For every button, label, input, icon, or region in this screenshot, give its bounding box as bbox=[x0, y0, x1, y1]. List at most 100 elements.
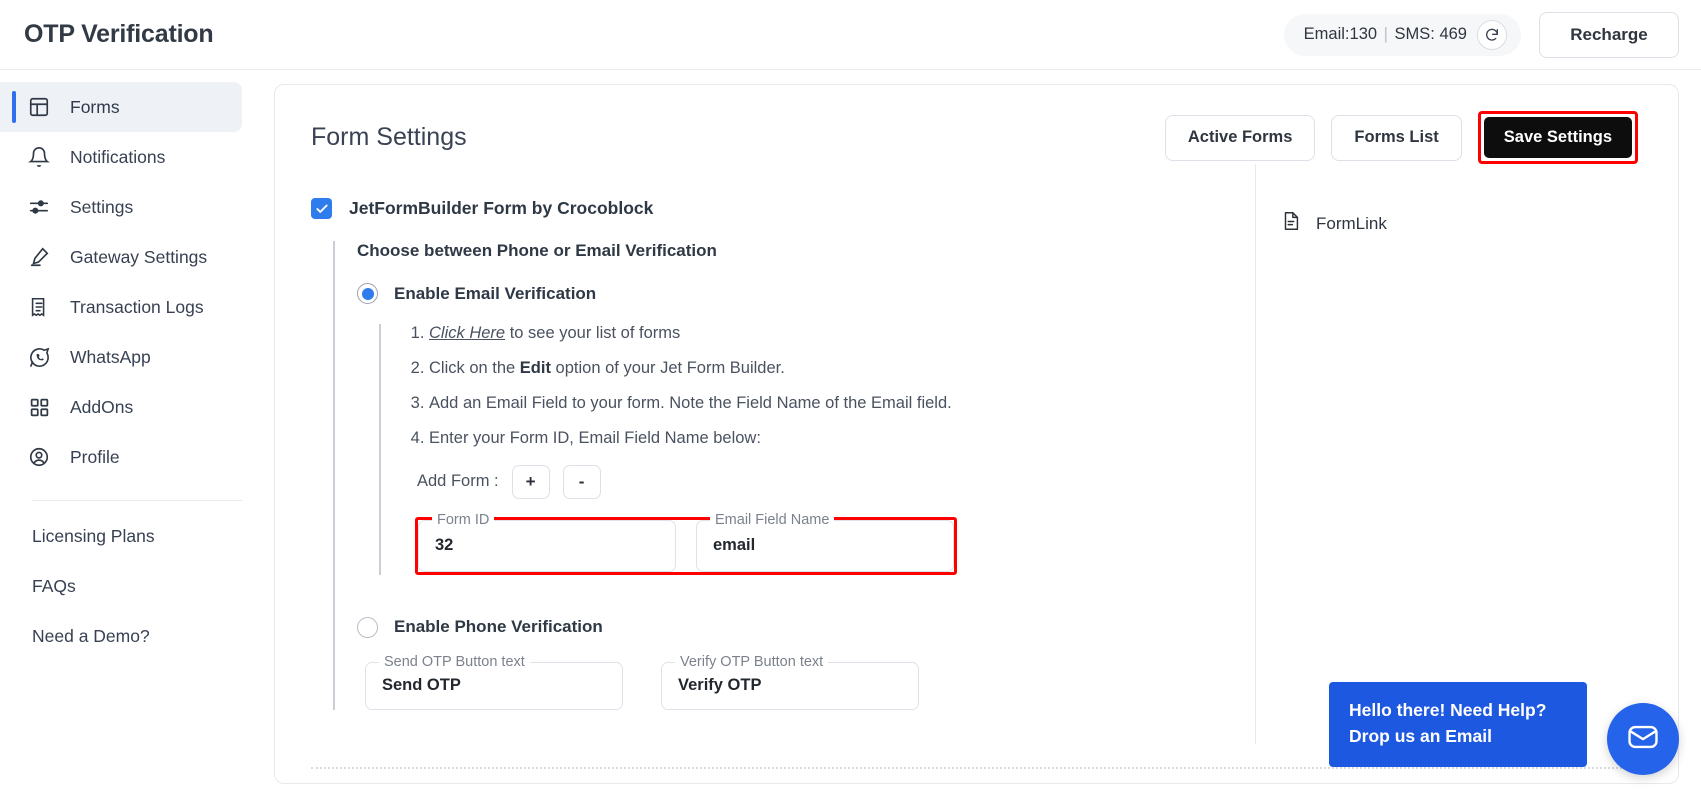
forms-list-button[interactable]: Forms List bbox=[1331, 114, 1462, 161]
save-settings-highlight: Save Settings bbox=[1477, 111, 1638, 164]
receipt-icon bbox=[26, 294, 52, 320]
save-settings-button[interactable]: Save Settings bbox=[1483, 117, 1632, 158]
otp-button-text-fields: Send OTP Button text Send OTP Verify OTP… bbox=[365, 653, 1241, 710]
section-heading: Choose between Phone or Email Verificati… bbox=[357, 241, 717, 260]
add-form-minus-button[interactable]: - bbox=[562, 464, 601, 499]
form-id-legend: Form ID bbox=[432, 511, 495, 528]
sidebar-label-notifications: Notifications bbox=[70, 146, 166, 167]
form-settings-card: Form Settings Active Forms Forms List Sa… bbox=[274, 84, 1679, 784]
chat-greeting-line-2: Drop us an Email bbox=[1349, 725, 1492, 746]
top-bar-actions: Email:130 | SMS: 469 Recharge bbox=[1283, 11, 1679, 58]
page-title: Form Settings bbox=[311, 123, 467, 151]
refresh-icon[interactable] bbox=[1477, 19, 1507, 50]
form-link-row[interactable]: FormLink bbox=[1280, 210, 1675, 237]
form-id-field[interactable]: Form ID 32 bbox=[418, 511, 676, 572]
step-2-bold: Edit bbox=[519, 359, 551, 378]
whatsapp-icon bbox=[26, 344, 52, 370]
sidebar-label-licensing-plans: Licensing Plans bbox=[32, 525, 155, 546]
email-verification-radio[interactable] bbox=[357, 283, 378, 304]
sidebar-label-gateway: Gateway Settings bbox=[70, 246, 208, 267]
sidebar-label-addons: AddOns bbox=[70, 396, 134, 417]
send-otp-legend: Send OTP Button text bbox=[379, 653, 530, 670]
sliders-icon bbox=[26, 194, 52, 220]
email-fields-highlight: Form ID 32 Email Field Name email bbox=[415, 511, 957, 575]
jetformbuilder-label: JetFormBuilder Form by Crocoblock bbox=[349, 198, 654, 218]
sidebar-divider bbox=[32, 500, 242, 501]
active-forms-button[interactable]: Active Forms bbox=[1164, 114, 1316, 161]
verify-otp-value: Verify OTP bbox=[678, 676, 762, 695]
add-form-plus-button[interactable]: + bbox=[511, 464, 550, 499]
app-title: OTP Verification bbox=[24, 20, 214, 48]
sidebar-item-addons[interactable]: AddOns bbox=[0, 382, 242, 432]
card-bottom-dotted-divider bbox=[311, 767, 1642, 769]
add-form-label: Add Form : bbox=[417, 472, 499, 491]
step-3: Add an Email Field to your form. Note th… bbox=[429, 394, 1241, 412]
credits-pill: Email:130 | SMS: 469 bbox=[1283, 13, 1521, 56]
enable-phone-verification-row[interactable]: Enable Phone Verification bbox=[357, 616, 1241, 638]
sidebar-label-forms: Forms bbox=[70, 96, 120, 117]
sidebar-label-whatsapp: WhatsApp bbox=[70, 346, 151, 367]
step-1: Click Here to see your list of forms bbox=[429, 324, 1241, 342]
send-otp-button-text-field[interactable]: Send OTP Button text Send OTP bbox=[365, 653, 623, 710]
chat-envelope-icon bbox=[1626, 720, 1660, 759]
sidebar-label-gateway-settings: Settings bbox=[70, 196, 134, 217]
chat-launcher-button[interactable] bbox=[1607, 703, 1679, 775]
sidebar-item-settings[interactable]: Settings bbox=[0, 182, 242, 232]
document-icon bbox=[1280, 210, 1302, 237]
click-here-link[interactable]: Click Here bbox=[429, 324, 505, 342]
enable-email-verification-row[interactable]: Enable Email Verification bbox=[357, 283, 1241, 304]
email-field-name-legend: Email Field Name bbox=[710, 511, 835, 528]
app-root: OTP Verification Email:130 | SMS: 469 Re… bbox=[0, 0, 1701, 801]
chat-greeting-bubble[interactable]: Hello there! Need Help? Drop us an Email bbox=[1329, 682, 1587, 767]
verify-otp-button-text-field[interactable]: Verify OTP Button text Verify OTP bbox=[661, 653, 919, 710]
verification-block: Choose between Phone or Email Verificati… bbox=[333, 241, 1241, 710]
email-field-name-value: email bbox=[713, 536, 756, 555]
sidebar-item-whatsapp[interactable]: WhatsApp bbox=[0, 332, 242, 382]
top-bar: OTP Verification Email:130 | SMS: 469 Re… bbox=[0, 0, 1701, 70]
sidebar-label-transaction-logs: Transaction Logs bbox=[70, 296, 204, 317]
step-2-pre: Click on the bbox=[429, 359, 520, 378]
sms-credits: SMS: 469 bbox=[1394, 25, 1467, 43]
sidebar-label-need-a-demo: Need a Demo? bbox=[32, 625, 150, 646]
settings-column: JetFormBuilder Form by Crocoblock Choose… bbox=[311, 164, 1241, 744]
sidebar-item-forms[interactable]: Forms bbox=[0, 82, 242, 132]
email-verification-label: Enable Email Verification bbox=[394, 283, 597, 303]
chat-greeting-line-1: Hello there! Need Help? bbox=[1349, 700, 1547, 721]
grid-squares-icon bbox=[26, 394, 52, 420]
email-credits: Email:130 bbox=[1303, 25, 1378, 43]
send-otp-value: Send OTP bbox=[382, 676, 461, 695]
sidebar-label-profile: Profile bbox=[70, 446, 120, 467]
step-2: Click on the Edit option of your Jet For… bbox=[429, 359, 1241, 377]
pen-icon bbox=[26, 244, 52, 270]
sidebar-item-profile[interactable]: Profile bbox=[0, 432, 242, 482]
add-form-row: Add Form : + - bbox=[417, 464, 1241, 499]
credits-text: Email:130 | SMS: 469 bbox=[1304, 25, 1467, 44]
email-field-name-field[interactable]: Email Field Name email bbox=[696, 511, 954, 572]
sidebar-item-faqs[interactable]: FAQs bbox=[0, 561, 264, 611]
form-id-value: 32 bbox=[435, 536, 454, 555]
jetformbuilder-checkbox-row[interactable]: JetFormBuilder Form by Crocoblock bbox=[311, 198, 1241, 219]
sidebar-item-gateway-settings[interactable]: Gateway Settings bbox=[0, 232, 242, 282]
sidebar-item-licensing-plans[interactable]: Licensing Plans bbox=[0, 511, 264, 561]
form-link-label: FormLink bbox=[1316, 213, 1387, 233]
form-link-column: FormLink bbox=[1255, 164, 1675, 744]
card-body: JetFormBuilder Form by Crocoblock Choose… bbox=[275, 164, 1678, 744]
recharge-button[interactable]: Recharge bbox=[1539, 11, 1679, 58]
sidebar-label-faqs: FAQs bbox=[32, 575, 76, 596]
header-action-buttons: Active Forms Forms List Save Settings bbox=[1164, 111, 1638, 164]
step-1-rest: to see your list of forms bbox=[505, 324, 681, 342]
phone-verification-radio[interactable] bbox=[357, 616, 378, 638]
phone-verification-label: Enable Phone Verification bbox=[394, 617, 603, 637]
email-steps-block: Click Here to see your list of forms Cli… bbox=[379, 324, 1241, 575]
step-2-post: option of your Jet Form Builder. bbox=[550, 359, 785, 378]
jetformbuilder-checkbox[interactable] bbox=[311, 198, 332, 219]
instruction-steps: Click Here to see your list of forms Cli… bbox=[407, 324, 1241, 448]
sidebar-item-notifications[interactable]: Notifications bbox=[0, 132, 242, 182]
sidebar: Forms Notifications Settings Gateway Set… bbox=[0, 70, 264, 801]
sidebar-item-transaction-logs[interactable]: Transaction Logs bbox=[0, 282, 242, 332]
verify-otp-legend: Verify OTP Button text bbox=[675, 653, 829, 670]
credits-separator: | bbox=[1383, 25, 1388, 43]
step-4: Enter your Form ID, Email Field Name bel… bbox=[429, 429, 1241, 447]
forms-layout-icon bbox=[26, 94, 52, 120]
sidebar-item-need-a-demo[interactable]: Need a Demo? bbox=[0, 611, 264, 661]
